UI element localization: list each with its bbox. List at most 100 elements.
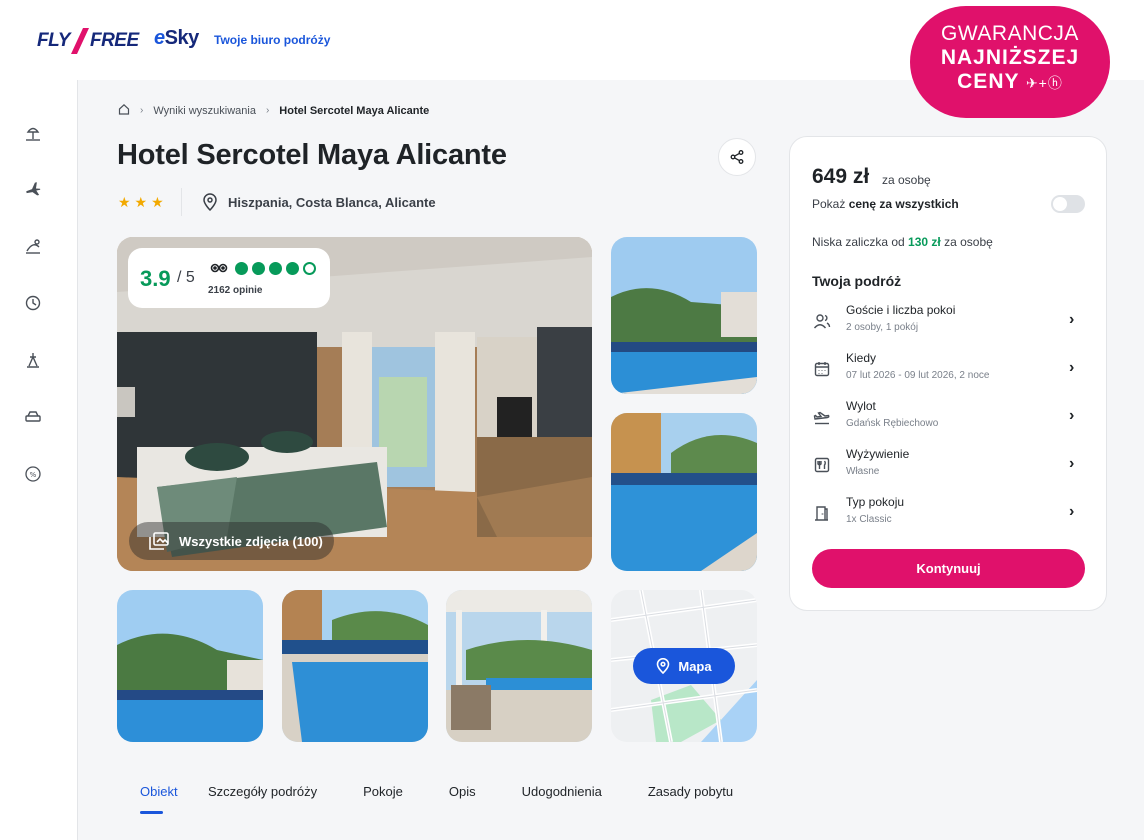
gallery-icon [149, 532, 169, 550]
pool-image [282, 590, 428, 742]
trip-row-meals[interactable]: Wyżywienie Własne › [790, 446, 1108, 486]
esky-logo[interactable]: eSky [154, 27, 199, 50]
tab-pokoje[interactable]: Pokoje [363, 784, 403, 814]
breadcrumb-current: Hotel Sercotel Maya Alicante [279, 104, 430, 117]
price: 649 zł [812, 165, 870, 188]
rating-box[interactable]: 3.9 / 5 2162 opinie [128, 248, 330, 308]
breadcrumb: › Wyniki wyszukiwania › Hotel Sercotel M… [118, 103, 429, 118]
plane-hotel-icon[interactable] [24, 237, 42, 255]
terrace-image [446, 590, 592, 742]
rating-bubble-empty [303, 262, 316, 275]
map-label: Mapa [678, 658, 712, 674]
calendar-icon [814, 362, 830, 377]
trip-row-label: Goście i liczba pokoi [846, 303, 956, 317]
gallery-photo[interactable] [611, 237, 757, 394]
flyfree-logo[interactable]: FLY FREE [37, 26, 139, 56]
booking-card: 649 zł za osobę Pokaż cenę za wszystkich… [789, 136, 1107, 611]
plane-icon[interactable] [24, 180, 42, 198]
discount-icon[interactable]: % [24, 465, 42, 483]
location-text: Hiszpania, Costa Blanca, Alicante [228, 194, 436, 210]
map-button[interactable]: Mapa [633, 648, 735, 684]
hotel-location[interactable]: Hiszpania, Costa Blanca, Alicante [202, 193, 436, 211]
gallery-photo[interactable] [282, 590, 428, 742]
divider [181, 188, 182, 216]
trip-row-label: Kiedy [846, 351, 877, 365]
share-icon [730, 150, 744, 164]
meal-icon [814, 457, 830, 473]
show-total-price-label: Pokaż cenę za wszystkich [812, 197, 959, 211]
trip-row-value: 2 osoby, 1 pokój [846, 322, 919, 333]
room-door-icon [815, 506, 828, 521]
trip-row-dates[interactable]: Kiedy 07 lut 2026 - 09 lut 2026, 2 noce … [790, 350, 1108, 390]
chevron-right-icon: › [1069, 407, 1075, 424]
tab-szczegoly-podrozy[interactable]: Szczegóły podróży [208, 784, 317, 814]
tab-obiekt[interactable]: Obiekt [140, 784, 178, 814]
tripadvisor-icon [210, 262, 228, 277]
section-tabs: Obiekt Szczegóły podróży Pokoje Opis Udo… [117, 784, 757, 814]
plane-plus-hotel-icon: ✈+ⓗ [1025, 75, 1063, 91]
tab-opis[interactable]: Opis [449, 784, 476, 814]
svg-text:%: % [30, 471, 37, 479]
chevron-right-icon: › [1069, 455, 1075, 472]
gallery-photo[interactable] [611, 413, 757, 571]
tab-zasady-pobytu[interactable]: Zasady pobytu [648, 784, 733, 814]
beach-icon[interactable] [24, 124, 42, 142]
chevron-right-icon: › [1069, 311, 1075, 328]
trip-row-guests[interactable]: Goście i liczba pokoi 2 osoby, 1 pokój › [790, 302, 1108, 342]
tagline: Twoje biuro podróży [214, 33, 331, 47]
breadcrumb-separator: › [265, 105, 270, 116]
trip-row-label: Wylot [846, 399, 876, 413]
price-per-person: za osobę [882, 173, 931, 187]
chevron-right-icon: › [1069, 359, 1075, 376]
home-icon[interactable] [118, 103, 130, 118]
trip-section-title: Twoja podróż [812, 273, 902, 289]
low-deposit-info: Niska zaliczka od 130 zł za osobę [812, 235, 993, 249]
all-photos-label: Wszystkie zdjęcia (100) [179, 533, 323, 549]
gallery-photo[interactable] [446, 590, 592, 742]
hotel-stars: ★★★ [118, 194, 168, 210]
last-minute-icon[interactable] [24, 294, 42, 312]
toggle-knob [1053, 197, 1067, 211]
gallery-photo[interactable] [117, 590, 263, 742]
trip-row-value: Gdańsk Rębiechowo [846, 418, 939, 429]
lowest-price-guarantee-badge[interactable]: GWARANCJA NAJNIŻSZEJ CENY ✈+ⓗ [910, 6, 1110, 118]
rating-bubble-filled [269, 262, 282, 275]
trip-row-value: 07 lut 2026 - 09 lut 2026, 2 noce [846, 370, 990, 381]
left-sidebar: % [0, 80, 78, 840]
pool-image [611, 413, 757, 571]
share-button[interactable] [718, 138, 756, 176]
location-pin-icon [203, 193, 217, 211]
trip-row-value: 1x Classic [846, 514, 892, 525]
rating-bubbles [235, 262, 316, 275]
car-icon[interactable] [24, 408, 42, 426]
breadcrumb-search-results[interactable]: Wyniki wyszukiwania [153, 105, 256, 117]
pool-image [117, 590, 263, 742]
badge-line3: CENY ✈+ⓗ [957, 70, 1063, 93]
ski-icon[interactable] [24, 351, 42, 369]
review-count[interactable]: 2162 opinie [208, 285, 262, 296]
badge-line2: NAJNIŻSZEJ [940, 46, 1080, 69]
rating-bubble-filled [252, 262, 265, 275]
guests-icon [813, 314, 831, 329]
badge-line1: GWARANCJA [941, 22, 1079, 45]
rating-bubble-filled [235, 262, 248, 275]
chevron-right-icon: › [1069, 503, 1075, 520]
trip-row-departure[interactable]: Wylot Gdańsk Rębiechowo › [790, 398, 1108, 438]
rating-max: / 5 [177, 269, 195, 286]
continue-button[interactable]: Kontynuuj [812, 549, 1085, 588]
all-photos-button[interactable]: Wszystkie zdjęcia (100) [129, 522, 334, 560]
departure-icon [813, 411, 830, 425]
tab-udogodnienia[interactable]: Udogodnienia [522, 784, 602, 814]
trip-row-label: Typ pokoju [846, 495, 905, 509]
rating-score: 3.9 [140, 266, 171, 291]
rating-bubble-filled [286, 262, 299, 275]
trip-row-room-type[interactable]: Typ pokoju 1x Classic › [790, 494, 1108, 534]
total-price-toggle[interactable] [1051, 195, 1085, 213]
hotel-title: Hotel Sercotel Maya Alicante [117, 139, 507, 171]
pool-image [611, 237, 757, 394]
trip-row-label: Wyżywienie [846, 447, 910, 461]
location-pin-icon [657, 658, 670, 674]
breadcrumb-separator: › [140, 105, 144, 116]
flyfree-slash-icon [70, 28, 89, 54]
trip-row-value: Własne [846, 466, 880, 477]
